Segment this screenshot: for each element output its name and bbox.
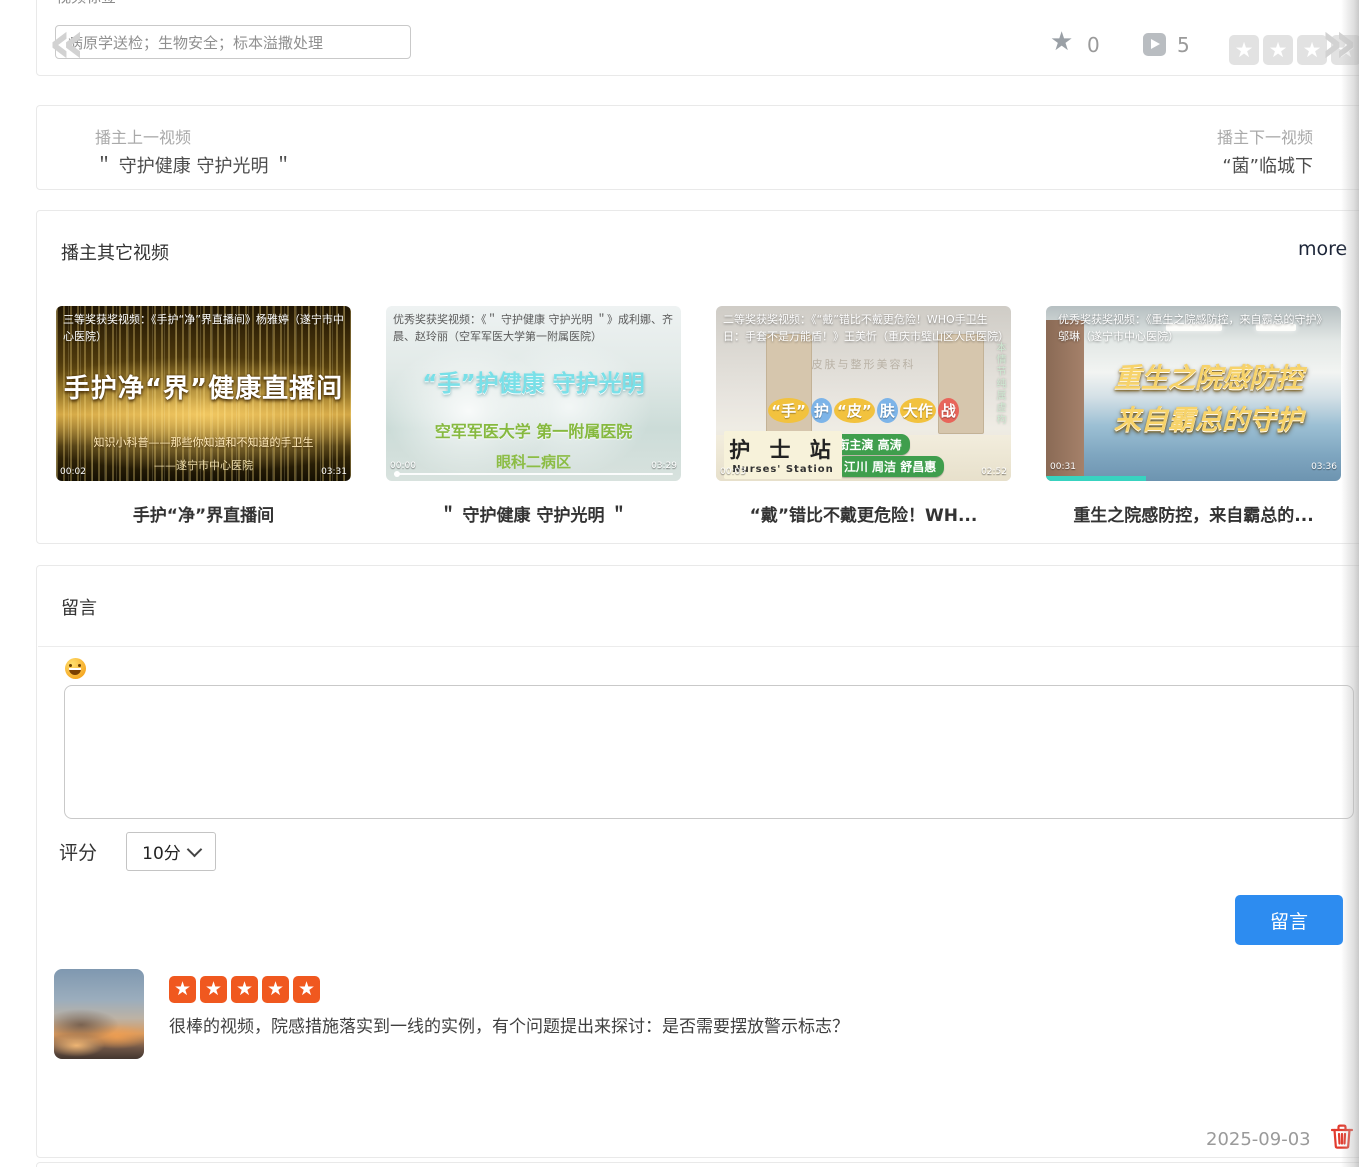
rating-select[interactable]: 10分 [126, 832, 216, 871]
video-title-2[interactable]: ＂ 守护健康 守护光明 ＂ [386, 501, 681, 526]
video-thumbnail-3[interactable]: 皮肤与整形美容科 二等奖获奖视频：《“戴”错比不戴更危险！WHO手卫生日：手套不… [716, 306, 1011, 481]
comment-star-icon: ★ [262, 976, 289, 1003]
thumb4-progress-bar [1046, 476, 1146, 481]
thumb3-overlay-part: 护 [811, 398, 832, 423]
play-count-icon [1143, 33, 1166, 56]
thumb1-time-start: 00:02 [60, 467, 86, 477]
commenter-avatar [54, 969, 144, 1059]
prev-chevron-icon[interactable]: « [48, 2, 85, 82]
thumb1-overlay-title: 手护净“界”健康直播间 [56, 368, 351, 405]
thumb4-time-start: 00:31 [1050, 462, 1076, 472]
other-videos-title: 播主其它视频 [61, 239, 169, 265]
video-title-1[interactable]: 手护“净”界直播间 [56, 501, 351, 526]
thumb3-overlay-part: “皮” [834, 398, 875, 423]
comments-title: 留言 [61, 594, 97, 620]
thumb2-time-start: 00:00 [390, 461, 416, 471]
delete-comment-icon[interactable] [1331, 1124, 1353, 1149]
comment-star-icon: ★ [231, 976, 258, 1003]
submit-comment-button[interactable]: 留言 [1235, 895, 1343, 945]
tags-value: 病原学送检；生物安全；标本溢撒处理 [68, 32, 323, 53]
thumb1-caption: 三等奖获奖视频：《手护“净”界直播间》杨雅婷（遂宁市中心医院） [63, 311, 345, 345]
favorite-count: 0 [1087, 33, 1100, 57]
comment-text: 很棒的视频，院感措施落实到一线的实例，有个问题提出来探讨：是否需要摆放警示标志？ [169, 1012, 1323, 1037]
thumb4-caption: 优秀奖获奖视频：《重生之院感防控，来自霸总的守护》邬琳（遂宁市中心医院） [1058, 311, 1335, 345]
thumb4-overlay-line1: 重生之院感防控 [1076, 358, 1341, 400]
next-video-link[interactable]: “菌”临城下 [1160, 152, 1313, 178]
thumb4-overlay-line2: 来自霸总的守护 [1076, 400, 1341, 442]
comment-input[interactable] [64, 685, 1354, 819]
prev-video-link[interactable]: ＂ 守护健康 守护光明 ＂ [95, 152, 292, 178]
play-count: 5 [1177, 33, 1190, 57]
video-thumbnail-2[interactable]: 优秀奖获奖视频：《＂ 守护健康 守护光明 ＂》成利娜、齐晨、赵玲丽（空军军医大学… [386, 306, 681, 481]
thumb3-side-note: 本情节纯属虚构 [992, 342, 1007, 426]
thumb4-overlay-title: 重生之院感防控 来自霸总的守护 [1076, 358, 1341, 442]
page: 视频标签 病原学送检；生物安全；标本溢撒处理 ★ 0 5 ★ ★ ★ ★ ★ «… [0, 0, 1359, 1167]
comment-star-icon: ★ [169, 976, 196, 1003]
rating-star-2[interactable]: ★ [1263, 35, 1293, 65]
prev-video-label: 播主上一视频 [95, 124, 191, 148]
thumb3-overlay-title: “手”护“皮”肤大作战 [716, 398, 1011, 423]
tags-input[interactable]: 病原学送检；生物安全；标本溢撒处理 [55, 25, 411, 59]
video-title-4[interactable]: 重生之院感防控，来自霸总的... [1046, 501, 1341, 526]
thumb3-sign-cn: 护 士 站 [724, 434, 842, 464]
thumb3-overlay-part: “手” [768, 398, 809, 423]
thumb2-time-end: 03:29 [651, 461, 677, 471]
rating-label: 评分 [59, 838, 97, 865]
thumb1-overlay-sub: 知识小科普——那些你知道和不知道的手卫生 [56, 434, 351, 450]
other-videos-card: 播主其它视频 more 三等奖获奖视频：《手护“净”界直播间》杨雅婷（遂宁市中心… [36, 210, 1359, 544]
thumb2-overlay-footer: 眼科二病区 [386, 451, 681, 472]
thumb3-overlay-part: 肤 [877, 398, 898, 423]
thumb2-overlay-sub: 空军军医大学 第一附属医院 [386, 418, 681, 442]
comment-star-icon: ★ [293, 976, 320, 1003]
thumb3-time-start: 00:03 [720, 467, 746, 477]
rating-select-value: 10分 [142, 839, 181, 864]
thumb3-pill: 江川 周洁 舒昌惠 [836, 456, 944, 477]
thumb1-time-end: 03:31 [321, 467, 347, 477]
thumb3-caption: 二等奖获奖视频：《“戴”错比不戴更危险！WHO手卫生日：手套不是万能盾！》王美忻… [723, 311, 1005, 345]
divider [38, 646, 1359, 647]
thumb3-overlay-part: 大作 [900, 398, 936, 423]
comment-star-icon: ★ [200, 976, 227, 1003]
thumb3-overlay-part: 战 [938, 398, 959, 423]
next-video-label: 播主下一视频 [1180, 124, 1313, 148]
thumb3-time-end: 02:52 [981, 467, 1007, 477]
comment-date: 2025-09-03 [1206, 1129, 1311, 1150]
thumb3-wall-sign: 皮肤与整形美容科 [716, 356, 1011, 372]
thumb2-caption: 优秀奖获奖视频：《＂ 守护健康 守护光明 ＂》成利娜、齐晨、赵玲丽（空军军医大学… [393, 311, 675, 345]
video-thumbnail-1[interactable]: 三等奖获奖视频：《手护“净”界直播间》杨雅婷（遂宁市中心医院） 手护净“界”健康… [56, 306, 351, 481]
thumb1-overlay-footer: ——遂宁市中心医院 [56, 457, 351, 473]
comments-card: 留言 评分 10分 留言 ★ ★ ★ ★ ★ 很棒的视频，院感措施落实到一线的实… [36, 565, 1359, 1158]
more-link[interactable]: more [1298, 238, 1347, 260]
thumb4-time-end: 03:36 [1311, 462, 1337, 472]
video-thumbnail-4[interactable]: 优秀奖获奖视频：《重生之院感防控，来自霸总的守护》邬琳（遂宁市中心医院） 重生之… [1046, 306, 1341, 481]
thumb2-overlay-title: “手”护健康 守护光明 [386, 364, 681, 398]
thumb2-progress-bar [394, 473, 673, 475]
favorite-star-icon: ★ [1050, 29, 1073, 55]
next-section-card [36, 1162, 1359, 1167]
video-title-3[interactable]: “戴”错比不戴更危险！WH... [716, 501, 1011, 526]
emoji-picker-icon[interactable] [65, 658, 86, 679]
rating-star-1[interactable]: ★ [1229, 35, 1259, 65]
chevron-down-icon [187, 842, 203, 858]
next-chevron-icon[interactable]: » [1320, 2, 1357, 82]
